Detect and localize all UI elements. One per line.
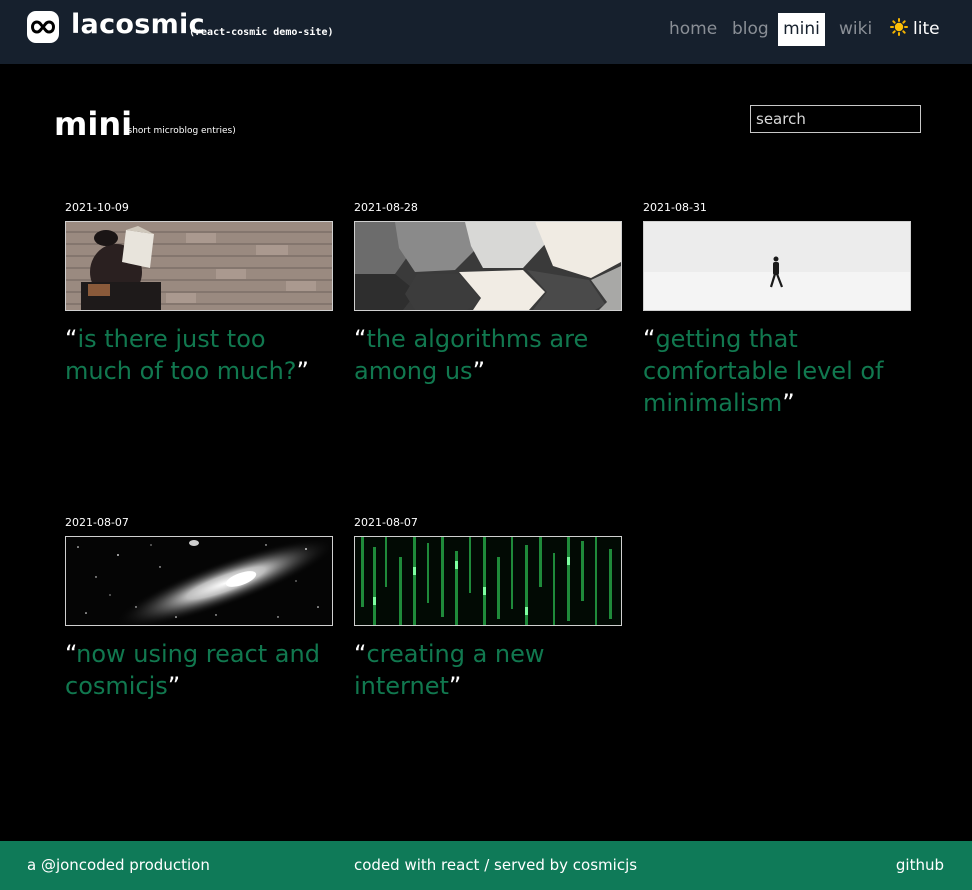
post-card[interactable]: 2021-08-31 “getting that comfortable lev…: [643, 201, 911, 419]
post-date: 2021-10-09: [65, 201, 129, 214]
top-navigation-bar: lacosmic (react-cosmic demo-site) home b…: [0, 0, 972, 64]
close-quote: ”: [782, 389, 795, 417]
post-title: is there just too much of too much?: [65, 325, 297, 385]
post-card[interactable]: 2021-08-28 “the algorithms are among us”: [354, 201, 622, 387]
nav-item-blog[interactable]: blog: [724, 13, 777, 46]
page-subtitle: (short microblog entries): [124, 126, 236, 136]
post-card[interactable]: 2021-08-07 “now using react and cosmicjs…: [65, 516, 333, 702]
open-quote: “: [65, 640, 77, 668]
post-title: getting that comfortable level of minima…: [643, 325, 884, 417]
open-quote: “: [354, 325, 367, 353]
post-thumbnail-hexagon-tiles[interactable]: [354, 221, 622, 311]
post-title-link[interactable]: “now using react and cosmicjs”: [65, 638, 333, 702]
infinity-logo-icon[interactable]: [27, 11, 59, 43]
close-quote: ”: [167, 672, 181, 700]
post-title: now using react and cosmicjs: [65, 640, 320, 700]
post-card[interactable]: 2021-08-07 “creating a new internet”: [354, 516, 622, 702]
post-thumbnail-galaxy[interactable]: [65, 536, 333, 626]
close-quote: ”: [296, 357, 309, 385]
post-thumbnail-woman-with-book[interactable]: [65, 221, 333, 311]
close-quote: ”: [472, 357, 485, 385]
open-quote: “: [643, 325, 656, 353]
post-title-link[interactable]: “getting that comfortable level of minim…: [643, 323, 911, 419]
post-card[interactable]: 2021-10-09 “is there just too much of to…: [65, 201, 333, 387]
site-brand-link[interactable]: lacosmic: [71, 9, 205, 40]
post-title-link[interactable]: “the algorithms are among us”: [354, 323, 622, 387]
post-thumbnail-person-walking[interactable]: [643, 221, 911, 311]
open-quote: “: [354, 640, 367, 668]
post-thumbnail-code-rain[interactable]: [354, 536, 622, 626]
post-date: 2021-08-07: [65, 516, 129, 529]
nav-item-wiki[interactable]: wiki: [831, 13, 880, 46]
post-date: 2021-08-07: [354, 516, 418, 529]
open-quote: “: [65, 325, 78, 353]
site-footer: a @joncoded production coded with react …: [0, 841, 972, 890]
site-brand-subtitle: (react-cosmic demo-site): [189, 27, 334, 38]
footer-github-link[interactable]: github: [896, 856, 944, 874]
theme-toggle-button[interactable]: lite: [890, 13, 940, 46]
nav-item-home[interactable]: home: [661, 13, 725, 46]
search-input[interactable]: [750, 105, 921, 133]
theme-toggle-label: lite: [913, 19, 940, 39]
post-date: 2021-08-28: [354, 201, 418, 214]
page-title: mini: [54, 105, 133, 143]
footer-tech-note: coded with react / served by cosmicjs: [354, 856, 638, 874]
nav-item-mini[interactable]: mini: [778, 13, 825, 46]
post-date: 2021-08-31: [643, 201, 707, 214]
post-title-link[interactable]: “is there just too much of too much?”: [65, 323, 333, 387]
close-quote: ”: [448, 672, 462, 700]
sun-icon: [890, 15, 908, 48]
post-title-link[interactable]: “creating a new internet”: [354, 638, 622, 702]
post-title: the algorithms are among us: [354, 325, 589, 385]
footer-credit-link[interactable]: a @joncoded production: [27, 856, 210, 874]
